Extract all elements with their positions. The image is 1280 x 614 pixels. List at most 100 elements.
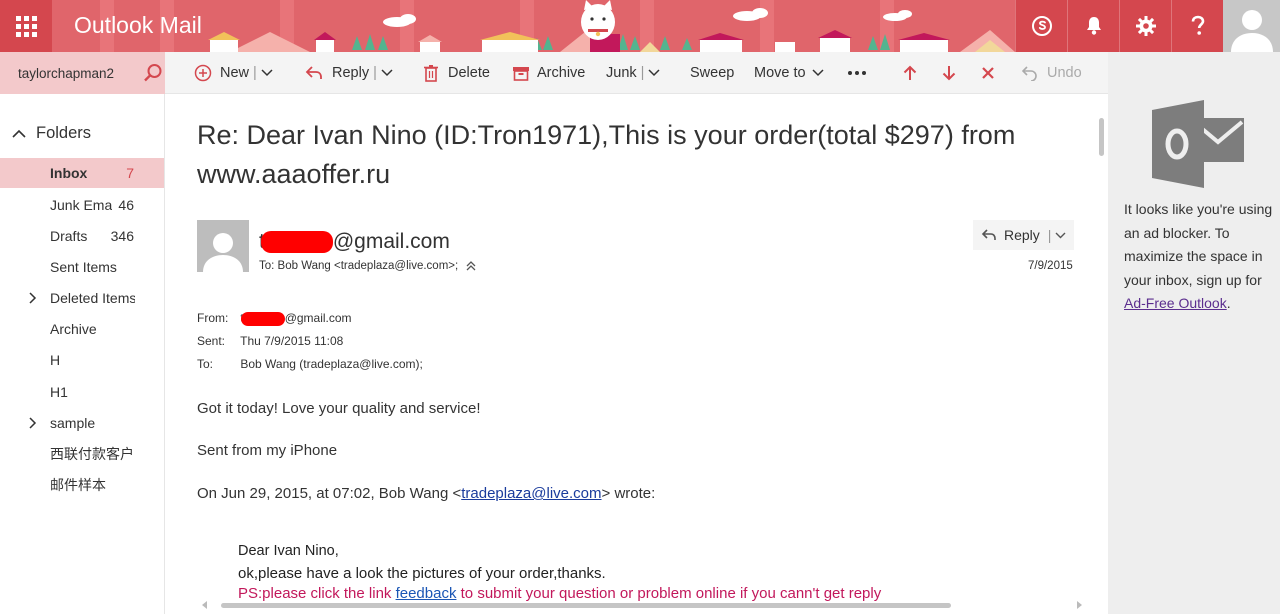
sweep-button[interactable]: Sweep bbox=[690, 52, 734, 94]
previous-item-button[interactable] bbox=[903, 52, 917, 94]
folder-sample[interactable]: sample bbox=[0, 408, 164, 438]
redaction-mark bbox=[240, 311, 285, 326]
separator: | bbox=[1047, 227, 1052, 243]
folder-mail-samples[interactable]: 邮件样本 bbox=[0, 470, 164, 500]
scroll-right-icon[interactable] bbox=[1075, 601, 1083, 609]
command-bar: New | Reply | Delete Archive Junk | Swee… bbox=[165, 52, 1108, 94]
folder-label: sample bbox=[50, 415, 96, 431]
folders-label: Folders bbox=[36, 124, 92, 142]
arrow-up-icon bbox=[903, 65, 917, 80]
quote-attribution: On Jun 29, 2015, at 07:02, Bob Wang <tra… bbox=[197, 485, 655, 502]
body-line-1: Got it today! Love your quality and serv… bbox=[197, 400, 481, 417]
search-box[interactable]: taylorchapman2 bbox=[0, 52, 165, 94]
reply-icon bbox=[305, 66, 322, 79]
draft-count: 346 bbox=[110, 228, 134, 244]
arrow-down-icon bbox=[942, 66, 956, 81]
folder-archive[interactable]: Archive bbox=[0, 314, 164, 344]
vertical-scrollbar[interactable] bbox=[1096, 94, 1108, 600]
horizontal-scrollbar[interactable] bbox=[199, 598, 1085, 612]
attribution-suffix: > wrote: bbox=[601, 485, 656, 502]
folder-pane: Folders Inbox 7 Junk Ema 46 Drafts 346 S… bbox=[0, 94, 165, 614]
folder-label: 邮件样本 bbox=[50, 477, 106, 493]
scrollbar-thumb[interactable] bbox=[1099, 118, 1104, 156]
unread-count: 46 bbox=[118, 197, 134, 213]
header-key: From: bbox=[197, 311, 229, 325]
reply-label: Reply bbox=[1004, 227, 1040, 243]
folder-western-union-customers[interactable]: 西联付款客户 bbox=[0, 439, 164, 469]
new-button[interactable]: New | bbox=[194, 52, 273, 94]
new-label: New bbox=[220, 65, 250, 81]
move-to-label: Move to bbox=[754, 65, 806, 81]
recipients-line: To: Bob Wang <tradeplaza@live.com>; bbox=[259, 260, 476, 272]
more-actions-button[interactable] bbox=[848, 52, 866, 94]
next-item-button[interactable] bbox=[942, 52, 956, 94]
folder-label: Deleted Items bbox=[50, 290, 135, 306]
waffle-icon bbox=[15, 15, 37, 37]
skype-button[interactable] bbox=[1015, 0, 1067, 52]
gear-icon bbox=[1135, 16, 1156, 36]
sender-domain: @gmail.com bbox=[332, 230, 450, 253]
reading-pane: Re: Dear Ivan Nino (ID:Tron1971),This is… bbox=[166, 94, 1108, 614]
separator: | bbox=[373, 65, 377, 81]
move-to-button[interactable]: Move to bbox=[754, 52, 824, 94]
folder-sent-items[interactable]: Sent Items bbox=[0, 252, 164, 282]
folder-label: Junk Ema bbox=[50, 197, 112, 213]
sender-address[interactable]: t@gmail.com bbox=[259, 230, 450, 254]
chevron-down-icon bbox=[812, 69, 824, 77]
outlook-logo-icon bbox=[1152, 100, 1244, 188]
chevron-down-icon[interactable] bbox=[648, 69, 660, 77]
email-link[interactable]: tradeplaza@live.com bbox=[461, 485, 601, 502]
header-sent-value: Thu 7/9/2015 11:08 bbox=[240, 334, 344, 348]
user-avatar-button[interactable] bbox=[1223, 0, 1280, 52]
app-launcher-button[interactable] bbox=[0, 0, 52, 52]
settings-button[interactable] bbox=[1119, 0, 1171, 52]
chevron-down-icon[interactable] bbox=[1055, 232, 1066, 239]
folder-inbox[interactable]: Inbox 7 bbox=[0, 158, 164, 188]
folder-h[interactable]: H bbox=[0, 345, 164, 375]
folder-drafts[interactable]: Drafts 346 bbox=[0, 221, 164, 251]
undo-button[interactable]: Undo bbox=[1022, 52, 1082, 94]
notifications-icon bbox=[1086, 17, 1101, 35]
body-line-2: Sent from my iPhone bbox=[197, 442, 338, 459]
reply-button[interactable]: Reply | bbox=[973, 220, 1074, 250]
chevron-right-icon[interactable] bbox=[29, 292, 37, 304]
undo-icon bbox=[1022, 66, 1037, 81]
header-from-row: From: t@gmail.com bbox=[197, 311, 352, 326]
ad-free-outlook-link[interactable]: Ad-Free Outlook bbox=[1124, 295, 1227, 311]
ad-panel: It looks like you're using an ad blocker… bbox=[1108, 52, 1280, 614]
sender-avatar bbox=[197, 220, 249, 272]
scrollbar-thumb[interactable] bbox=[221, 603, 951, 608]
collapse-icon[interactable] bbox=[466, 260, 476, 272]
folder-h1[interactable]: H1 bbox=[0, 377, 164, 407]
archive-button[interactable]: Archive bbox=[512, 52, 585, 94]
plus-circle-icon bbox=[194, 64, 212, 82]
ellipsis-icon bbox=[848, 71, 866, 75]
chevron-right-icon[interactable] bbox=[29, 417, 37, 429]
archive-icon bbox=[513, 67, 529, 81]
folders-header[interactable]: Folders bbox=[12, 124, 91, 143]
delete-button[interactable]: Delete bbox=[423, 52, 490, 94]
search-icon[interactable] bbox=[143, 63, 163, 83]
folder-deleted-items[interactable]: Deleted Items bbox=[0, 283, 164, 313]
help-button[interactable] bbox=[1171, 0, 1223, 52]
chevron-up-icon bbox=[12, 129, 26, 138]
archive-label: Archive bbox=[537, 65, 586, 81]
header-to-row: To: Bob Wang (tradeplaza@live.com); bbox=[197, 357, 423, 371]
folder-label: 西联付款客户 bbox=[50, 446, 134, 462]
chevron-down-icon[interactable] bbox=[381, 69, 393, 77]
recipients-text[interactable]: To: Bob Wang <tradeplaza@live.com>; bbox=[259, 260, 458, 272]
junk-button[interactable]: Junk | bbox=[606, 52, 660, 94]
avatar-icon bbox=[1230, 10, 1273, 52]
separator: | bbox=[253, 65, 257, 81]
header-from-domain: @gmail.com bbox=[284, 311, 352, 325]
folder-junk-email[interactable]: Junk Ema 46 bbox=[0, 190, 164, 220]
scroll-left-icon[interactable] bbox=[201, 601, 209, 609]
ad-suffix: . bbox=[1226, 295, 1231, 311]
chevron-down-icon[interactable] bbox=[261, 69, 273, 77]
close-message-button[interactable] bbox=[981, 52, 995, 94]
notifications-button[interactable] bbox=[1067, 0, 1119, 52]
quoted-line: ok,please have a look the pictures of yo… bbox=[238, 565, 606, 582]
folder-label: Archive bbox=[50, 321, 97, 337]
message-date: 7/9/2015 bbox=[1028, 260, 1073, 272]
reply-all-button[interactable]: Reply | bbox=[305, 52, 393, 94]
